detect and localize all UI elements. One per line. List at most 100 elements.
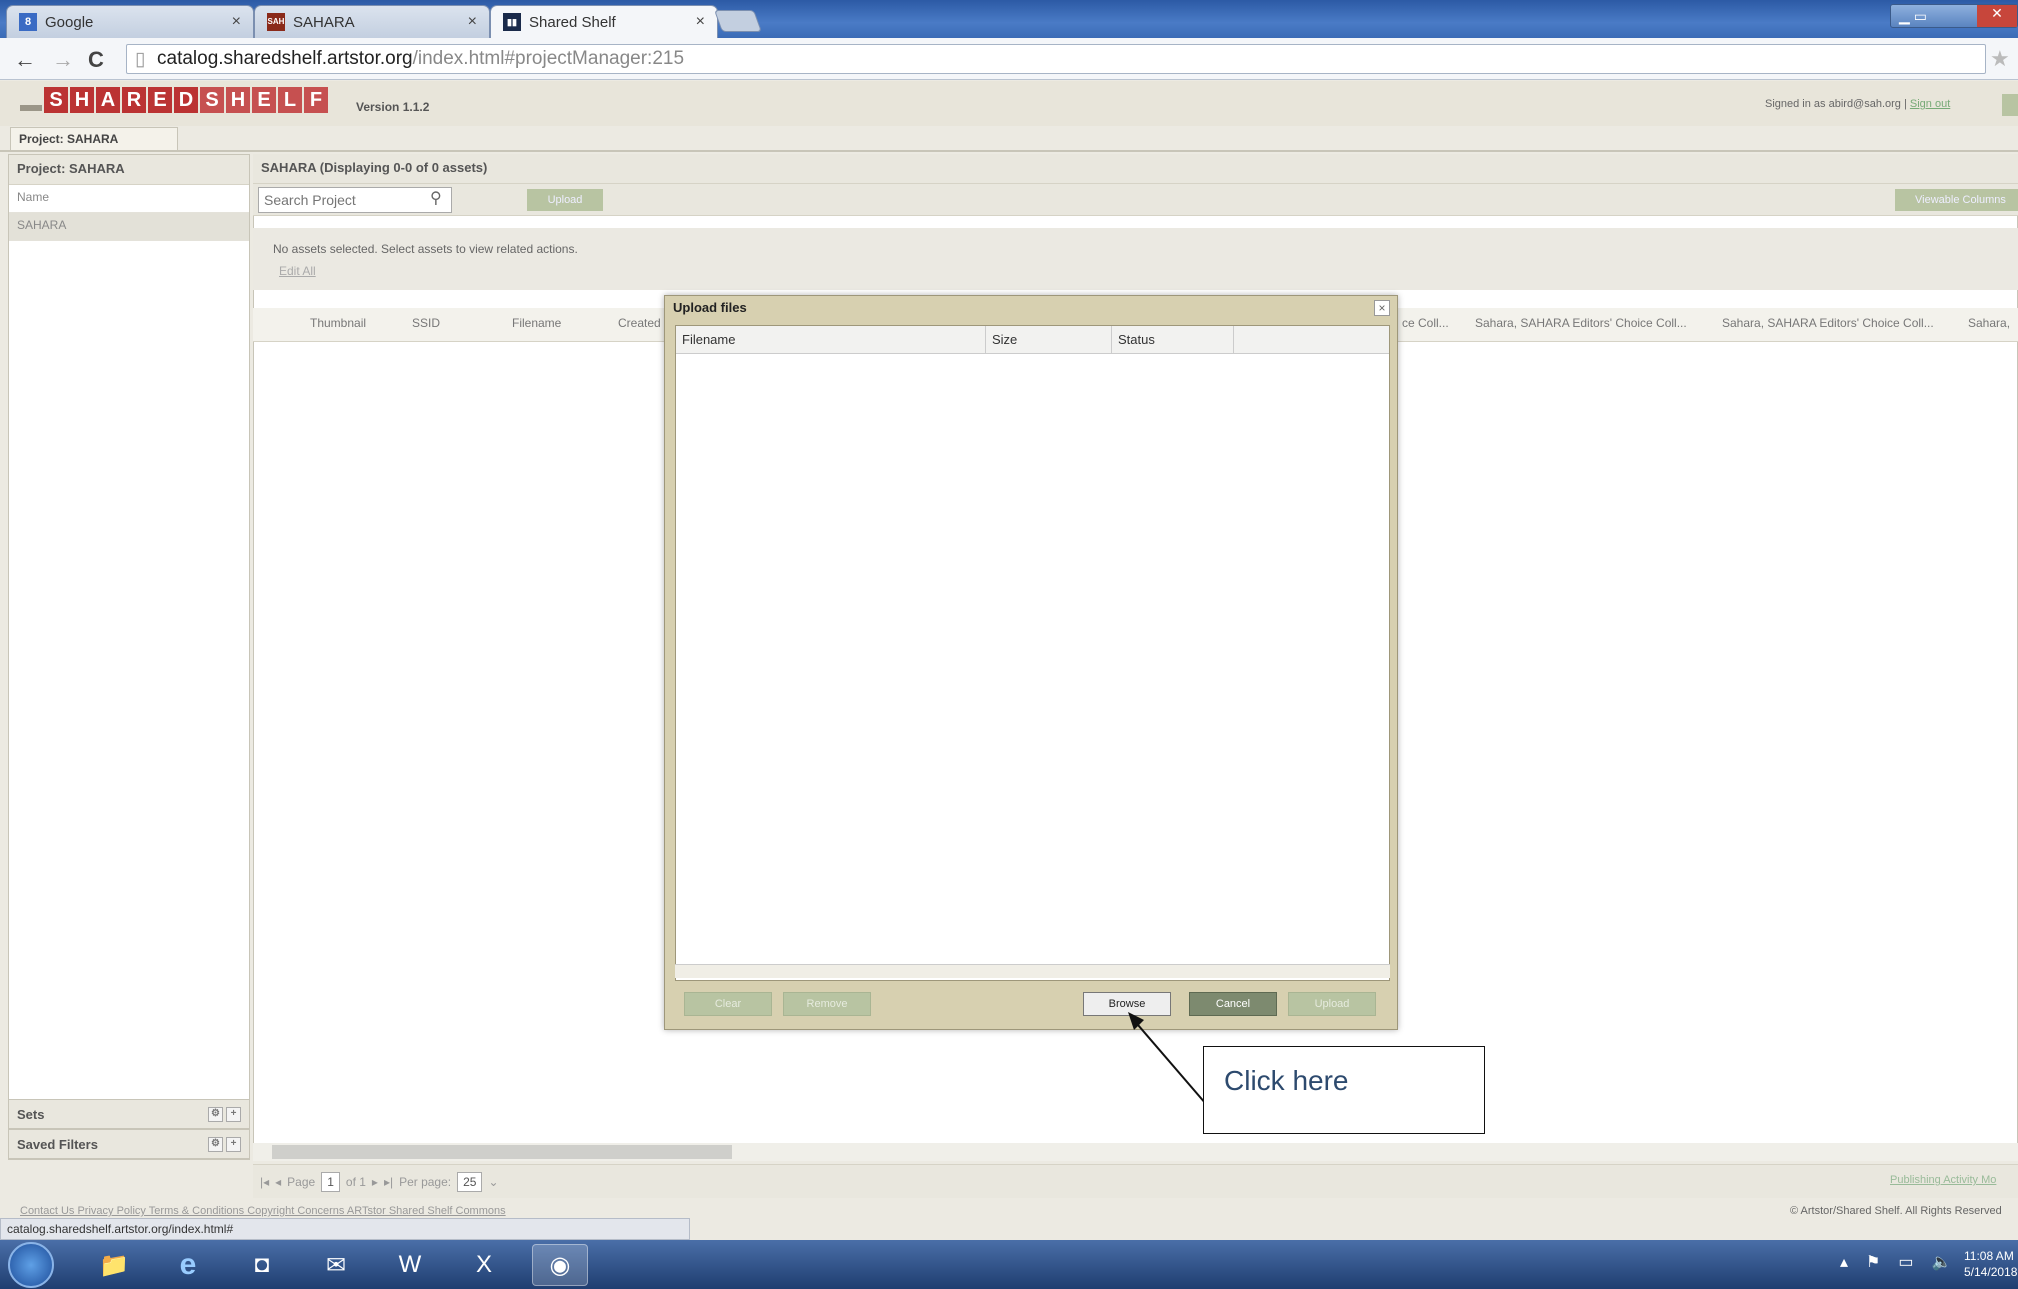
clock-time: 11:08 AM [1964,1249,2014,1263]
settings-icon[interactable]: ⚙ [208,1136,223,1152]
column-filename[interactable]: Filename [676,326,986,354]
tab-project-sahara[interactable]: Project: SAHARA [10,127,178,151]
bookmark-star-icon[interactable]: ★ [1990,46,2010,72]
outlook-icon[interactable]: ◘ [234,1244,290,1286]
chevron-down-icon[interactable]: ⌄ [488,1175,498,1189]
internet-explorer-icon[interactable]: e [160,1244,216,1286]
excel-icon[interactable]: X [456,1244,512,1286]
version-label: Version 1.1.2 [356,100,430,114]
copyright-text: © Artstor/Shared Shelf. All Rights Reser… [1790,1205,2002,1217]
back-icon[interactable]: ← [14,47,36,73]
column-created[interactable]: Created [618,316,661,330]
column-collection[interactable]: Sahara, [1968,316,2010,330]
network-icon[interactable]: ▭ [1898,1252,1913,1272]
address-bar[interactable]: ▯ catalog.sharedshelf.artstor.org/index.… [126,44,1986,74]
click-here-callout: Click here [1203,1046,1485,1134]
footer-links[interactable]: Contact Us Privacy Policy Terms & Condit… [20,1205,506,1217]
publishing-activity-link[interactable]: Publishing Activity Mo [1890,1174,2018,1186]
add-icon[interactable]: + [226,1106,241,1122]
divider [0,150,2018,152]
signed-in-text: Signed in as abird@sah.org | Sign out [1765,98,1951,110]
close-icon[interactable]: × [468,13,477,31]
google-icon: 8 [19,13,37,31]
column-size[interactable]: Size [986,326,1112,354]
settings-icon[interactable]: ⚙ [208,1106,223,1122]
status-bar-url: catalog.sharedshelf.artstor.org/index.ht… [0,1218,690,1240]
sets-label: Sets [17,1106,45,1122]
shared-shelf-logo[interactable]: S H A R E D S H E L F [44,87,330,113]
mail-icon[interactable]: ✉ [308,1244,364,1286]
no-assets-text: No assets selected. Select assets to vie… [273,242,578,256]
dialog-title: Upload files [673,300,747,315]
column-ssid[interactable]: SSID [412,316,440,330]
close-icon[interactable]: × [1374,300,1390,316]
scrollbar-thumb[interactable] [272,1145,732,1159]
upload-button[interactable]: Upload [1288,992,1376,1016]
volume-icon[interactable]: 🔈 [1932,1252,1952,1272]
minimize-icon[interactable]: ▁ [1899,8,1910,25]
sign-out-link[interactable]: Sign out [1910,98,1950,110]
per-page-label: Per page: [399,1175,452,1189]
reload-icon[interactable]: C [88,47,104,73]
left-panel: Project: SAHARA Name SAHARA [8,154,250,1160]
help-button[interactable] [2002,94,2018,116]
tab-sahara[interactable]: SAH SAHARA × [254,5,490,38]
column-filename[interactable]: Filename [512,316,561,330]
clock-date: 5/14/2018 [1964,1265,2018,1279]
saved-filters-label: Saved Filters [17,1136,98,1152]
new-tab-button[interactable] [713,10,763,32]
maximize-icon[interactable]: ▭ [1914,8,1927,25]
remove-button[interactable]: Remove [783,992,871,1016]
page-of: of 1 [345,1175,366,1189]
explorer-icon[interactable]: 📁 [86,1244,142,1286]
file-list[interactable] [675,325,1390,981]
flag-icon[interactable]: ⚑ [1866,1252,1880,1272]
chrome-icon[interactable]: ◉ [532,1244,588,1286]
column-collection[interactable]: Sahara, SAHARA Editors' Choice Coll... [1475,316,1687,330]
column-collection[interactable]: Sahara, SAHARA Editors' Choice Coll... [1722,316,1934,330]
column-thumbnail[interactable]: Thumbnail [310,316,366,330]
search-icon[interactable]: ⚲ [430,188,442,208]
tab-label: SAHARA [293,13,355,31]
last-page-icon[interactable]: ▸| [384,1175,393,1189]
prev-page-icon[interactable]: ◂ [275,1175,281,1189]
system-tray: ▴ ⚑ ▭ 🔈 [1840,1252,1951,1272]
left-panel-header: Project: SAHARA [9,155,249,185]
add-icon[interactable]: + [226,1136,241,1152]
tab-google[interactable]: 8 Google × [6,5,254,38]
tab-label: Google [45,13,94,31]
close-window-icon[interactable]: ✕ [1977,5,2017,27]
word-icon[interactable]: W [382,1244,438,1286]
per-page-select[interactable]: 25 [457,1172,483,1192]
sahara-favicon: SAH [267,13,285,31]
logo-bar [20,105,42,111]
page-input[interactable]: 1 [321,1172,340,1192]
viewable-columns-button[interactable]: Viewable Columns [1895,189,2018,211]
column-status[interactable]: Status [1112,326,1234,354]
upload-button[interactable]: Upload [527,189,603,211]
windows-taskbar [0,1240,2018,1289]
shared-shelf-favicon: ▮▮ [503,13,521,31]
pager: |◂ ◂ Page 1 of 1 ▸ ▸| Per page: 25 ⌄ [260,1172,499,1192]
tab-shared-shelf[interactable]: ▮▮ Shared Shelf × [490,5,718,38]
close-icon[interactable]: × [232,13,241,31]
saved-filters-panel[interactable]: Saved Filters ⚙ + [8,1129,250,1159]
tray-up-icon[interactable]: ▴ [1840,1252,1848,1272]
search-input[interactable] [258,187,452,213]
name-column-header[interactable]: Name [9,185,249,213]
clear-button[interactable]: Clear [684,992,772,1016]
project-list-item[interactable]: SAHARA [9,213,249,241]
url-path: /index.html#projectManager:215 [412,48,685,69]
selection-info: No assets selected. Select assets to vie… [253,228,2018,290]
sets-panel[interactable]: Sets ⚙ + [8,1099,250,1129]
page-label: Page [287,1175,316,1189]
forward-icon[interactable]: → [52,47,74,73]
next-page-icon[interactable]: ▸ [372,1175,378,1189]
clock[interactable]: 11:08 AM 5/14/2018 [1964,1248,2017,1280]
start-button[interactable] [8,1242,54,1288]
column-collection[interactable]: ce Coll... [1402,316,1449,330]
edit-all-link[interactable]: Edit All [279,264,1998,278]
close-icon[interactable]: × [696,13,705,31]
first-page-icon[interactable]: |◂ [260,1175,269,1189]
window-controls[interactable]: ▁ ▭ ✕ [1890,4,2018,28]
